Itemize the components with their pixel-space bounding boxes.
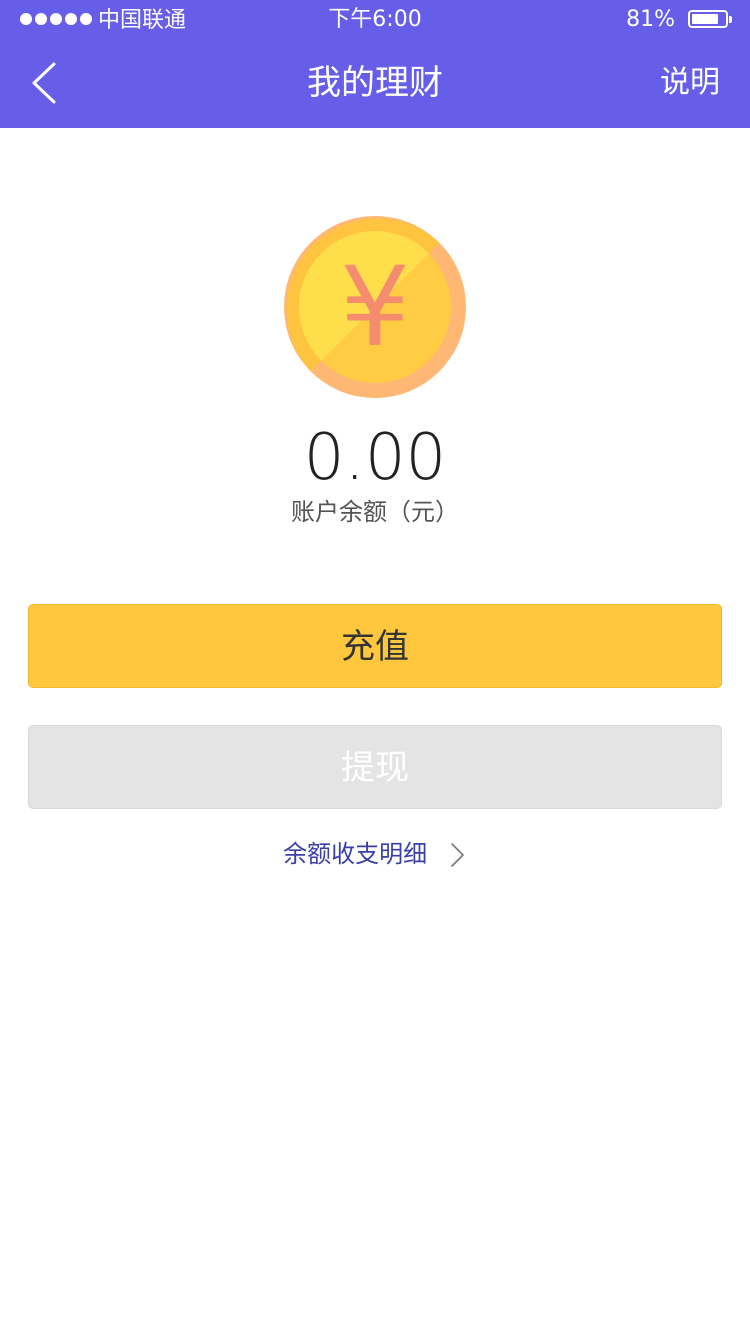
page-title: 我的理财 — [307, 63, 443, 103]
header-bar: 中国联通 下午6:00 81% 我的理财 说明 — [0, 0, 750, 128]
battery-percentage: 81% — [626, 7, 675, 32]
chevron-right-icon — [451, 843, 464, 867]
help-button[interactable]: 说明 — [660, 62, 720, 104]
withdraw-button[interactable]: 提现 — [28, 725, 722, 809]
screen: 中国联通 下午6:00 81% 我的理财 说明 ¥ 0.00 账户余额（元） 充… — [0, 0, 750, 1334]
recharge-button[interactable]: 充值 — [28, 604, 722, 688]
balance-amount: 0.00 — [303, 421, 447, 495]
yen-coin-icon: ¥ — [284, 216, 466, 398]
nav-bar: 我的理财 说明 — [0, 40, 750, 128]
status-bar: 中国联通 下午6:00 81% — [0, 0, 750, 40]
battery-nub — [729, 16, 732, 23]
balance-details-label: 余额收支明细 — [283, 840, 428, 868]
battery-fill — [692, 14, 718, 24]
balance-details-link[interactable]: 余额收支明细 — [0, 838, 750, 870]
battery-icon — [688, 10, 732, 28]
yen-symbol: ¥ — [340, 243, 410, 371]
balance-label: 账户余额（元） — [291, 498, 459, 526]
